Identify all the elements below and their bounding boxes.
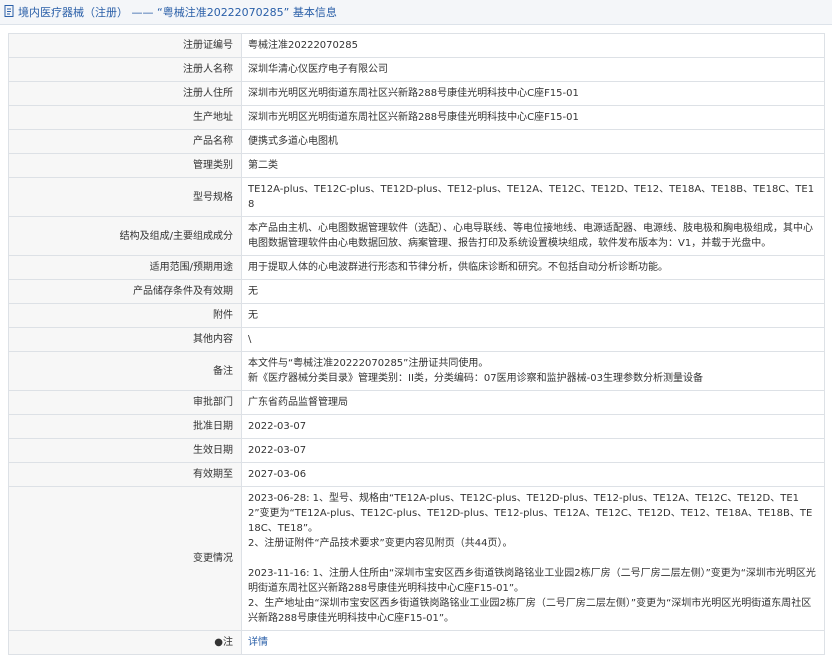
remark-line: 本文件与“粤械注准20222070285”注册证共同使用。: [248, 358, 489, 369]
row-value: 本产品由主机、心电图数据管理软件（选配）、心电导联线、等电位接地线、电源适配器、…: [241, 216, 825, 256]
row-value: 无: [241, 303, 825, 328]
page-title: 境内医疗器械（注册） —— “粤械注准20222070285” 基本信息: [18, 6, 337, 19]
table-row: 型号规格 TE12A-plus、TE12C-plus、TE12D-plus、TE1…: [8, 177, 825, 217]
row-value: 本文件与“粤械注准20222070285”注册证共同使用。新《医疗器械分类目录》…: [241, 351, 825, 391]
row-value: TE12A-plus、TE12C-plus、TE12D-plus、TE12-pl…: [241, 177, 825, 217]
table-row: 其他内容 \: [8, 327, 825, 352]
row-value: 粤械注准20222070285: [241, 33, 825, 58]
bullet-icon: ●: [214, 637, 223, 648]
row-value: 2022-03-07: [241, 438, 825, 463]
page-header: 境内医疗器械（注册） —— “粤械注准20222070285” 基本信息: [0, 0, 832, 25]
change-2023-06-28-item2: 2、注册证附件“产品技术要求”变更内容见附页（共44页）。: [248, 538, 513, 549]
table-row: 注册人名称 深圳华清心仪医疗电子有限公司: [8, 57, 825, 82]
table-row: 审批部门 广东省药品监督管理局: [8, 390, 825, 415]
row-label: 结构及组成/主要组成成分: [8, 216, 242, 256]
document-icon: [4, 4, 15, 20]
table-row: 备注 本文件与“粤械注准20222070285”注册证共同使用。新《医疗器械分类目…: [8, 351, 825, 391]
row-value: 第二类: [241, 153, 825, 178]
row-label: 生产地址: [8, 105, 242, 130]
remark-line: 新《医疗器械分类目录》管理类别：II类，分类编码：07医用诊察和监护器械-03生…: [248, 373, 703, 384]
table-row: 生效日期 2022-03-07: [8, 438, 825, 463]
row-value: \: [241, 327, 825, 352]
row-label: 注册人名称: [8, 57, 242, 82]
row-label: 产品储存条件及有效期: [8, 279, 242, 304]
row-value: 2027-03-06: [241, 462, 825, 487]
row-label: 产品名称: [8, 129, 242, 154]
table-row: 注册证编号 粤械注准20222070285: [8, 33, 825, 58]
table-row: 生产地址 深圳市光明区光明街道东周社区兴新路288号康佳光明科技中心C座F15-0…: [8, 105, 825, 130]
table-row: 结构及组成/主要组成成分 本产品由主机、心电图数据管理软件（选配）、心电导联线、等…: [8, 216, 825, 256]
row-value: 便携式多道心电图机: [241, 129, 825, 154]
table-row: 产品储存条件及有效期无: [8, 279, 825, 304]
row-label: 适用范围/预期用途: [8, 255, 242, 280]
table-row-footer: ●注 详情: [8, 630, 825, 655]
row-value: 深圳华清心仪医疗电子有限公司: [241, 57, 825, 82]
row-value: 用于提取人体的心电波群进行形态和节律分析，供临床诊断和研究。不包括自动分析诊断功…: [241, 255, 825, 280]
info-table: 注册证编号 粤械注准20222070285 注册人名称 深圳华清心仪医疗电子有限公司注…: [8, 33, 825, 655]
table-row: 附件无: [8, 303, 825, 328]
footer-value: 详情: [241, 630, 825, 655]
row-label: 有效期至: [8, 462, 242, 487]
row-value: 深圳市光明区光明街道东周社区兴新路288号康佳光明科技中心C座F15-01: [241, 105, 825, 130]
row-label: 变更情况: [8, 486, 242, 631]
change-2023-11-16: 2023-11-16: 1、注册人住所由“深圳市宝安区西乡街道铁岗路铭业工业园2…: [248, 568, 816, 594]
table-row: 管理类别 第二类: [8, 153, 825, 178]
row-label: 型号规格: [8, 177, 242, 217]
changes-value: 2023-06-28: 1、型号、规格由“TE12A-plus、TE12C-pl…: [241, 486, 825, 631]
row-label: 审批部门: [8, 390, 242, 415]
table-row: 产品名称 便携式多道心电图机: [8, 129, 825, 154]
row-value: 深圳市光明区光明街道东周社区兴新路288号康佳光明科技中心C座F15-01: [241, 81, 825, 106]
row-label: 附件: [8, 303, 242, 328]
table-row: 批准日期 2022-03-07: [8, 414, 825, 439]
change-2023-11-16-item2: 2、生产地址由“深圳市宝安区西乡街道铁岗路铭业工业园2栋厂房（二号厂房二层左侧）…: [248, 598, 812, 624]
row-label: 注册证编号: [8, 33, 242, 58]
row-label: 备注: [8, 351, 242, 391]
row-label: 管理类别: [8, 153, 242, 178]
row-label: 生效日期: [8, 438, 242, 463]
table-row: 有效期至 2027-03-06: [8, 462, 825, 487]
row-value: 无: [241, 279, 825, 304]
footer-label: ●注: [8, 630, 242, 655]
row-label: 注册人住所: [8, 81, 242, 106]
details-link[interactable]: 详情: [248, 637, 268, 648]
change-2023-06-28: 2023-06-28: 1、型号、规格由“TE12A-plus、TE12C-pl…: [248, 493, 813, 534]
row-label: 其他内容: [8, 327, 242, 352]
table-row: 注册人住所 深圳市光明区光明街道东周社区兴新路288号康佳光明科技中心C座F15-…: [8, 81, 825, 106]
table-row: 适用范围/预期用途 用于提取人体的心电波群进行形态和节律分析，供临床诊断和研究。不…: [8, 255, 825, 280]
row-value: 广东省药品监督管理局: [241, 390, 825, 415]
row-label: 批准日期: [8, 414, 242, 439]
table-row-changes: 变更情况 2023-06-28: 1、型号、规格由“TE12A-plus、TE1…: [8, 486, 825, 631]
row-value: 2022-03-07: [241, 414, 825, 439]
